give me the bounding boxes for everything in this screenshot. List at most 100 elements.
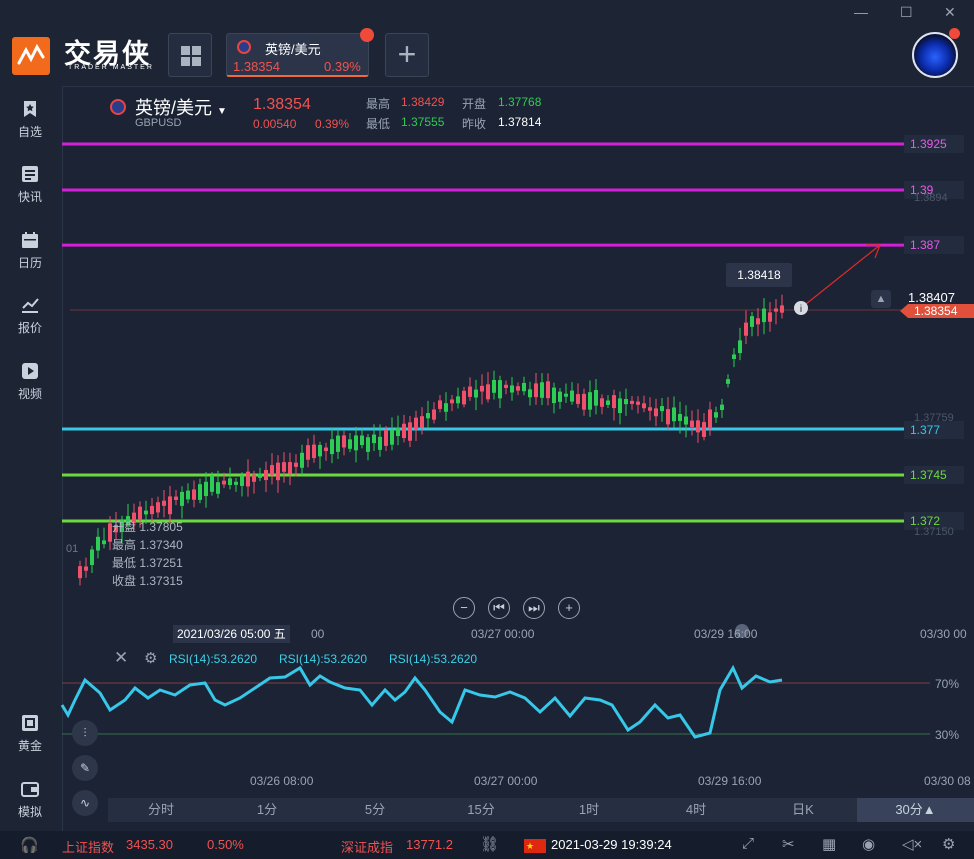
draw-pencil-tool[interactable]: ✎ bbox=[72, 755, 98, 781]
level-label-1[interactable]: 1.3925 bbox=[904, 135, 964, 153]
open-value: 1.37768 bbox=[498, 95, 542, 109]
indicator-wave-icon: ∿ bbox=[79, 796, 91, 810]
sidebar-label: 日历 bbox=[17, 256, 42, 270]
gold-bar-icon bbox=[22, 715, 38, 731]
settings-gear-icon[interactable]: ⚙ bbox=[144, 649, 157, 667]
level-label-5[interactable]: 1.3745 bbox=[904, 466, 964, 484]
tab-price: 1.38354 bbox=[233, 59, 280, 74]
flag-uk-icon bbox=[237, 40, 251, 54]
star-bookmark-icon bbox=[24, 101, 36, 117]
close-button[interactable]: ✕ bbox=[944, 4, 956, 21]
index1-pct: 0.50% bbox=[207, 837, 244, 852]
rsi-time-tick: 03/30 08 bbox=[924, 774, 971, 788]
price-tooltip: 1.38418 bbox=[726, 263, 792, 287]
close-indicator-icon[interactable]: ✕ bbox=[114, 648, 128, 668]
maximize-button[interactable]: ☐ bbox=[900, 4, 913, 21]
calculator-icon[interactable]: ▦ bbox=[822, 835, 836, 853]
time-tick: 03/29 16:00 bbox=[694, 627, 758, 641]
candle-style-tool[interactable]: ⫶ bbox=[72, 720, 98, 746]
layout-grid-button[interactable] bbox=[168, 33, 212, 77]
zoom-in-button[interactable]: + bbox=[558, 597, 580, 619]
index1-value: 3435.30 bbox=[126, 837, 173, 852]
rsi-level-30: 30% bbox=[935, 728, 960, 742]
ohlc-open: 开盘 1.37805 bbox=[112, 520, 183, 534]
header-change: 0.00540 bbox=[253, 117, 297, 131]
tab-close-dot[interactable] bbox=[360, 28, 374, 42]
timeframe-1h[interactable]: 1时 bbox=[556, 798, 622, 822]
time-tick: 03/27 00:00 bbox=[471, 627, 535, 641]
timeframe-1m[interactable]: 1分 bbox=[234, 798, 300, 822]
tools-icon[interactable]: ✂ bbox=[782, 835, 795, 853]
dropdown-caret-icon[interactable]: ▼ bbox=[217, 106, 227, 117]
pencil-icon: ✎ bbox=[79, 761, 91, 775]
sidebar-label: 快讯 bbox=[17, 190, 42, 204]
bell-icon[interactable]: ▲ bbox=[871, 290, 891, 308]
ohlc-extra: 01 bbox=[66, 543, 79, 555]
open-label: 开盘 bbox=[462, 97, 487, 111]
play-icon bbox=[22, 363, 38, 379]
candles-icon: ⫶ bbox=[83, 726, 87, 740]
grid-icon bbox=[181, 46, 201, 66]
prev-label: 昨收 bbox=[462, 117, 487, 131]
sidebar-item-video[interactable]: 视频 bbox=[0, 362, 60, 402]
title-bar: 交易侠 TRADER MASTER 英镑/美元 1.38354 0.39% + … bbox=[0, 0, 974, 86]
high-value: 1.38429 bbox=[401, 95, 445, 109]
settings-icon[interactable]: ⚙ bbox=[942, 835, 955, 853]
trend-line-icon bbox=[22, 298, 39, 313]
sidebar-item-calendar[interactable]: 日历 bbox=[0, 231, 60, 271]
zoom-out-button[interactable]: − bbox=[453, 597, 475, 619]
sidebar-item-watchlist[interactable]: 自选 bbox=[0, 100, 60, 140]
user-avatar[interactable] bbox=[912, 32, 958, 78]
index2-value: 13771.2 bbox=[406, 837, 453, 852]
news-list-icon bbox=[22, 166, 38, 182]
rsi-label-3: RSI(14):53.2620 bbox=[389, 652, 478, 666]
sidebar-label: 模拟 bbox=[17, 805, 42, 819]
timeframe-15m[interactable]: 15分 bbox=[448, 798, 514, 822]
level-label-4[interactable]: 1.377 bbox=[904, 421, 964, 439]
minus-icon: − bbox=[460, 600, 468, 615]
timeframe-4h[interactable]: 4时 bbox=[663, 798, 729, 822]
add-symbol-button[interactable]: + bbox=[385, 33, 429, 77]
link-icon[interactable]: ⛓ bbox=[480, 835, 499, 853]
ohlc-high: 最高 1.37340 bbox=[112, 538, 183, 552]
header-change-pct: 0.39% bbox=[315, 117, 350, 131]
chart-panel[interactable] bbox=[62, 86, 974, 831]
sidebar-item-news[interactable]: 快讯 bbox=[0, 165, 60, 205]
index1-name[interactable]: 上证指数 bbox=[62, 837, 114, 856]
app-logo bbox=[12, 37, 50, 75]
mute-icon[interactable]: ◁× bbox=[902, 835, 922, 853]
camera-icon[interactable]: ◉ bbox=[862, 835, 875, 853]
level-label-3[interactable]: 1.387 bbox=[904, 236, 964, 254]
rsi-label-1: RSI(14):53.2620 bbox=[169, 652, 258, 666]
sidebar-label: 视频 bbox=[17, 387, 42, 401]
rsi-label-2: RSI(14):53.2620 bbox=[279, 652, 368, 666]
high-label: 最高 bbox=[366, 97, 391, 111]
datetime: 2021-03-29 19:39:24 bbox=[551, 837, 672, 852]
timeframe-tick[interactable]: 分时 bbox=[128, 798, 194, 822]
scroll-start-button[interactable]: ⏮ bbox=[488, 597, 510, 619]
app-subtitle: TRADER MASTER bbox=[68, 64, 154, 71]
time-tick: 03/30 00 bbox=[920, 627, 967, 641]
symbol-tab[interactable]: 英镑/美元 1.38354 0.39% bbox=[226, 28, 374, 77]
rsi-time-tick: 03/27 00:00 bbox=[474, 774, 538, 788]
timeframe-5m[interactable]: 5分 bbox=[342, 798, 408, 822]
status-bar: 🎧 上证指数 3435.30 0.50% 深证成指 13771.2 ⛓ ★ 20… bbox=[0, 831, 974, 859]
sidebar-item-simulation[interactable]: 模拟 bbox=[0, 780, 60, 820]
timeframe-daily[interactable]: 日K bbox=[770, 798, 836, 822]
sidebar-item-gold[interactable]: 黄金 bbox=[0, 714, 60, 754]
skip-back-icon: ⏮ bbox=[493, 600, 505, 615]
skip-forward-icon: ⏭ bbox=[528, 600, 540, 615]
scroll-end-button[interactable]: ⏭ bbox=[523, 597, 545, 619]
flag-uk-icon bbox=[110, 99, 126, 115]
indicator-tool[interactable]: ∿ bbox=[72, 790, 98, 816]
fullscreen-icon[interactable]: ⤢ bbox=[742, 835, 754, 852]
rsi-time-tick: 03/26 08:00 bbox=[250, 774, 314, 788]
index2-name[interactable]: 深证成指 bbox=[341, 837, 393, 856]
minimize-button[interactable]: — bbox=[854, 4, 868, 20]
tab-change: 0.39% bbox=[324, 59, 361, 74]
timeframe-30m[interactable]: 30分▲ bbox=[857, 798, 974, 822]
faded-axis-label: 1.37150 bbox=[914, 526, 954, 538]
sidebar-item-quotes[interactable]: 报价 bbox=[0, 296, 60, 336]
prev-value: 1.37814 bbox=[498, 115, 542, 129]
headset-icon[interactable]: 🎧 bbox=[20, 836, 39, 854]
